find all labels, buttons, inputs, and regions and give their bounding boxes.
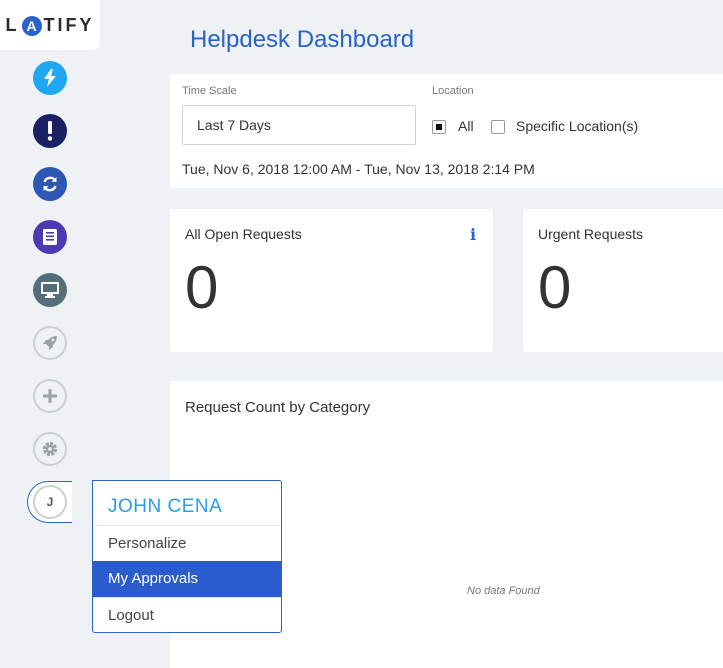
- rocket-icon[interactable]: [33, 326, 67, 360]
- app-root: L A TIFY J Helpdesk Dashboard Time Scale L…: [0, 0, 723, 668]
- monitor-icon[interactable]: [33, 273, 67, 307]
- time-scale-label: Time Scale: [182, 85, 237, 97]
- open-requests-card[interactable]: All Open Requests i 0: [170, 209, 493, 352]
- logo-text: L A TIFY: [5, 14, 95, 36]
- date-range-text: Tue, Nov 6, 2018 12:00 AM - Tue, Nov 13,…: [182, 161, 535, 177]
- logo[interactable]: L A TIFY: [0, 0, 100, 50]
- menu-item-logout[interactable]: Logout: [93, 597, 281, 633]
- filter-panel: Time Scale Last 7 Days Location All Spec…: [170, 74, 723, 188]
- avatar[interactable]: J: [33, 485, 67, 519]
- urgent-requests-value: 0: [538, 254, 572, 321]
- plus-icon[interactable]: [33, 379, 67, 413]
- user-name: JOHN CENA: [108, 496, 223, 517]
- time-scale-select[interactable]: Last 7 Days: [182, 105, 416, 145]
- location-all-radio[interactable]: [432, 120, 446, 134]
- user-menu: JOHN CENA Personalize My Approvals Logou…: [92, 480, 282, 633]
- gear-icon[interactable]: [33, 432, 67, 466]
- location-label: Location: [432, 85, 474, 97]
- open-requests-title: All Open Requests: [185, 226, 302, 242]
- urgent-requests-title: Urgent Requests: [538, 226, 644, 242]
- page-title: Helpdesk Dashboard: [190, 26, 415, 53]
- menu-item-personalize[interactable]: Personalize: [93, 525, 281, 561]
- location-all-label[interactable]: All: [458, 118, 474, 134]
- bolt-icon[interactable]: [33, 61, 67, 95]
- alert-icon[interactable]: [33, 114, 67, 148]
- no-data-text: No data Found: [467, 585, 540, 597]
- location-specific-radio[interactable]: [491, 120, 505, 134]
- book-icon[interactable]: [33, 220, 67, 254]
- location-specific-label[interactable]: Specific Location(s): [516, 118, 638, 134]
- urgent-requests-card[interactable]: Urgent Requests 0: [523, 209, 723, 352]
- category-title: Request Count by Category: [185, 399, 371, 416]
- info-icon[interactable]: i: [470, 225, 476, 244]
- menu-item-my-approvals[interactable]: My Approvals: [93, 561, 281, 597]
- sync-icon[interactable]: [33, 167, 67, 201]
- open-requests-value: 0: [185, 254, 219, 321]
